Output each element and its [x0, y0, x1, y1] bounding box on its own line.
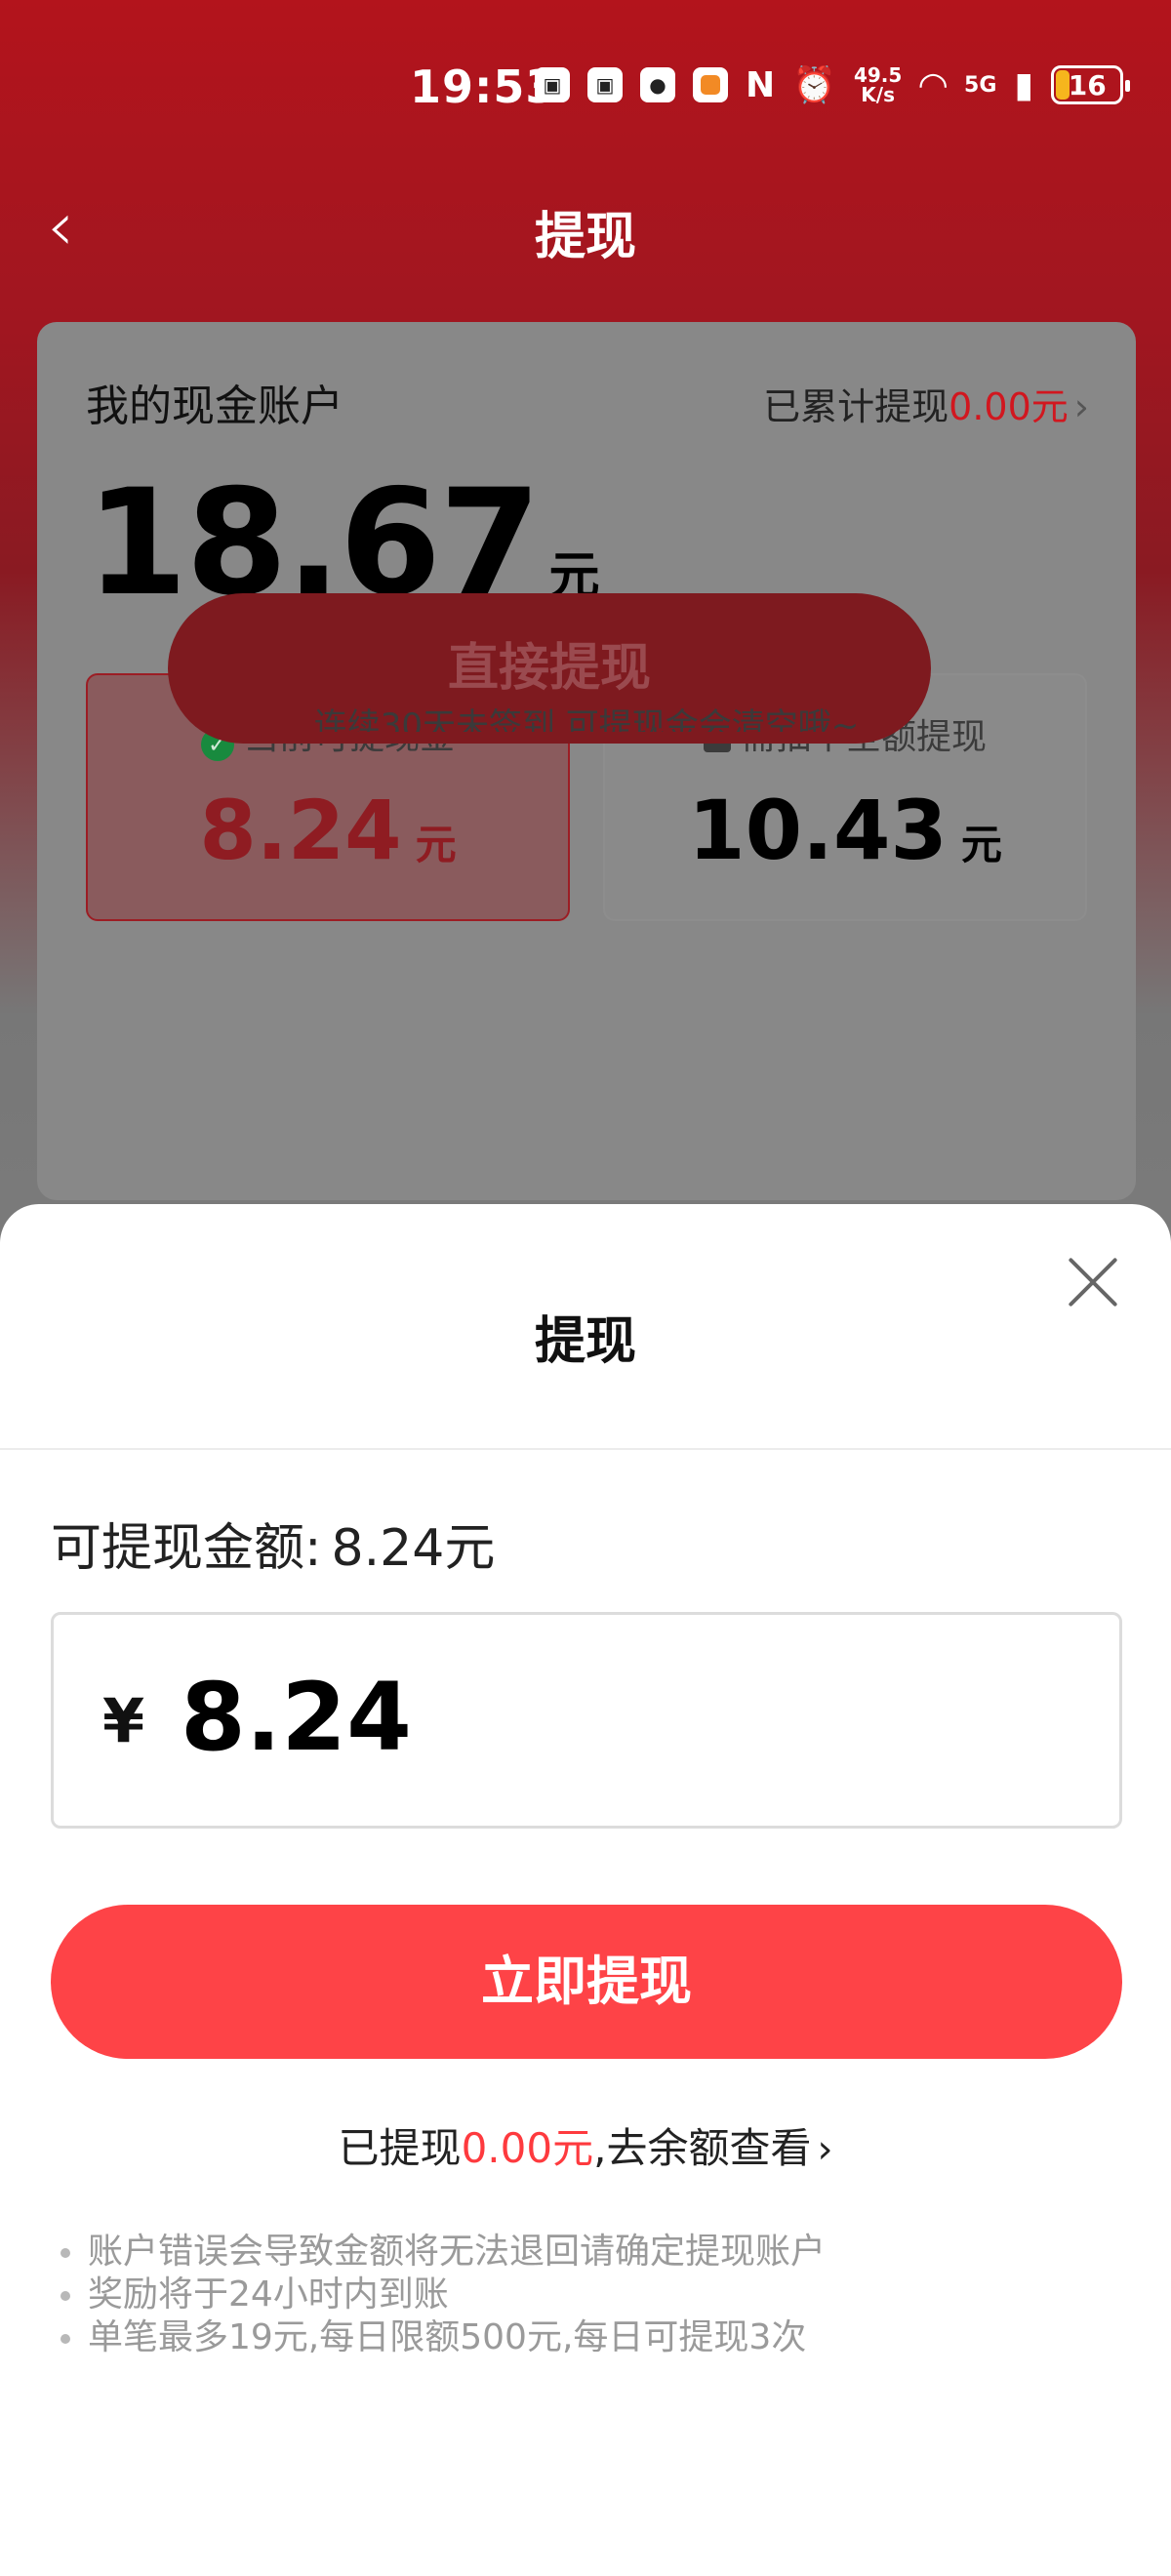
alarm-icon: ⏰: [792, 65, 836, 105]
withdraw-now-button[interactable]: 立即提现: [51, 1905, 1122, 2059]
network-speed: 49.5 K/s: [853, 63, 903, 106]
sign-in-hint: 连续30天未签到,可提现金会清空哦~: [313, 706, 860, 732]
page-title: 提现: [534, 208, 636, 266]
sheet-title: 提现: [534, 1312, 636, 1371]
nfc-icon: N: [746, 64, 776, 105]
amount-field[interactable]: ¥: [51, 1612, 1122, 1829]
wifi-icon: ◠: [919, 64, 948, 105]
cash-account-card: 我的现金账户 已累计提现0.00元› 18.67元 ✓当前可提现金 8.24元 …: [37, 322, 1136, 1200]
chevron-right-icon: ›: [1073, 385, 1089, 428]
available-amount-label: 可提现金额: 8.24元: [51, 1519, 496, 1578]
amount-input[interactable]: [181, 1654, 1059, 1781]
signal-icon: ▮: [1014, 64, 1034, 105]
rule-item: 单笔最多19元,每日限额500元,每日可提现3次: [57, 2316, 826, 2359]
withdraw-rules: 账户错误会导致金额将无法退回请确定提现账户 奖励将于24小时内到账 单笔最多19…: [57, 2231, 826, 2359]
status-icons: ▣ ▣ ● N ⏰ 49.5 K/s ◠ 5G ▮ 16: [535, 63, 1131, 106]
top-nav: ‹ 提现: [0, 176, 1171, 273]
network-type: 5G: [964, 72, 997, 98]
withdraw-sheet: 提现 可提现金额:8.24元 ¥ 立即提现 已提现0.00元,去余额查看› 账户…: [0, 1204, 1171, 2576]
shopping-notification-icon: [693, 67, 728, 102]
view-balance-link[interactable]: 已提现0.00元,去余额查看 ›: [0, 2115, 1171, 2175]
card-title: 我的现金账户: [86, 382, 343, 431]
status-bar: 19:53 ▣ ▣ ● N ⏰ 49.5 K/s ◠ 5G ▮ 16: [0, 39, 1171, 133]
app-notification-icon: ▣: [587, 67, 623, 102]
rule-item: 账户错误会导致金额将无法退回请确定提现账户: [57, 2231, 826, 2274]
chat-notification-icon: ●: [640, 67, 675, 102]
currency-symbol: ¥: [102, 1685, 145, 1756]
battery-icon: 16: [1051, 65, 1131, 104]
app-notification-icon: ▣: [535, 67, 570, 102]
rule-item: 奖励将于24小时内到账: [57, 2274, 826, 2316]
divider: [0, 1448, 1171, 1450]
chevron-right-icon: ›: [817, 2127, 833, 2172]
total-withdrawn-link[interactable]: 已累计提现0.00元 ›: [763, 377, 1089, 430]
